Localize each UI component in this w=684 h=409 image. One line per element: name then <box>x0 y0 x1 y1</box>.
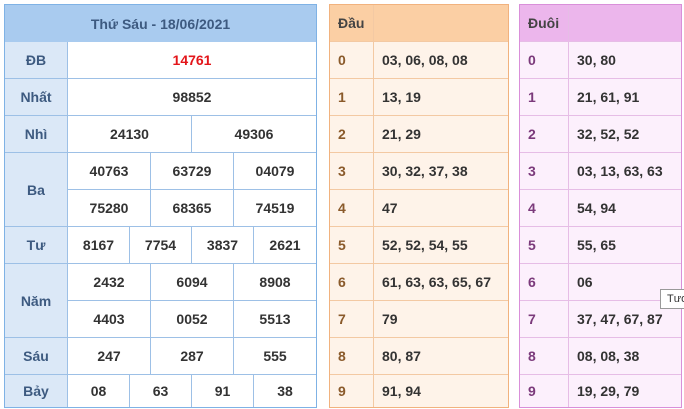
prize-value: 2621 <box>254 227 316 264</box>
prize-value: 8908 <box>234 264 316 301</box>
row-label-nhat: Nhất <box>5 79 68 116</box>
duoi-header: Đuôi <box>520 5 569 42</box>
dau-digit: 3 <box>330 153 374 190</box>
dau-digit: 4 <box>330 190 374 227</box>
row-label-bay: Bảy <box>5 375 68 407</box>
prize-value: 8167 <box>68 227 130 264</box>
prize-value: 04079 <box>234 153 316 190</box>
dau-digit: 6 <box>330 264 374 301</box>
duoi-values: 03, 13, 63, 63 <box>569 153 681 190</box>
dau-digit: 1 <box>330 79 374 116</box>
duoi-values: 54, 94 <box>569 190 681 227</box>
prize-value: 40763 <box>68 153 151 190</box>
prize-value: 38 <box>277 383 293 399</box>
duoi-digit: 9 <box>520 375 569 407</box>
duoi-digit: 0 <box>520 42 569 79</box>
dau-values: 21, 29 <box>374 116 508 153</box>
prize-value: 08 <box>68 375 130 407</box>
dau-values: 03, 06, 08, 08 <box>374 42 508 79</box>
duoi-digit: 5 <box>520 227 569 264</box>
prize-value: 68365 <box>151 190 234 227</box>
dau-values: 80, 87 <box>374 338 508 375</box>
prize-value: 75280 <box>68 190 151 227</box>
prize-value: 63729 <box>151 153 234 190</box>
row-label-ba: Ba <box>5 153 68 227</box>
dau-table: Đầu 0 03, 06, 08, 08 1 13, 19 2 21, 29 3… <box>329 4 509 408</box>
duoi-digit: 6 <box>520 264 569 301</box>
prize-value: 98852 <box>68 79 316 116</box>
duoi-values: 32, 52, 52 <box>569 116 681 153</box>
dau-values: 30, 32, 37, 38 <box>374 153 508 190</box>
prize-value: 7754 <box>130 227 192 264</box>
duoi-values: 21, 61, 91 <box>569 79 681 116</box>
dau-values: 79 <box>374 301 508 338</box>
results-date-title: Thứ Sáu - 18/06/2021 <box>5 5 316 42</box>
duoi-values: 08, 08, 38 <box>569 338 681 375</box>
duoi-digit: 7 <box>520 301 569 338</box>
dau-values: 47 <box>374 190 508 227</box>
dau-digit: 9 <box>330 375 374 407</box>
row-label-tu: Tư <box>5 227 68 264</box>
prize-value: 555 <box>234 338 316 375</box>
prize-value: 5513 <box>234 301 316 338</box>
duoi-digit: 2 <box>520 116 569 153</box>
duoi-digit: 4 <box>520 190 569 227</box>
prize-value: 0052 <box>151 301 234 338</box>
prize-value: 49306 <box>192 116 316 153</box>
row-label-nam: Năm <box>5 264 68 338</box>
prize-value: 2432 <box>68 264 151 301</box>
prize-value: 74519 <box>234 190 316 227</box>
duoi-values: 30, 80 <box>569 42 681 79</box>
prize-value: 24130 <box>68 116 192 153</box>
prize-value: 63 <box>130 375 192 407</box>
dau-header: Đầu <box>330 5 374 42</box>
duoi-digit: 1 <box>520 79 569 116</box>
dau-values: 91, 94 <box>382 383 421 399</box>
duoi-digit: 8 <box>520 338 569 375</box>
prize-value: 287 <box>151 338 234 375</box>
duoi-values: 19, 29, 79 <box>577 383 640 399</box>
duoi-header-blank <box>569 5 681 42</box>
dau-values: 13, 19 <box>374 79 508 116</box>
dau-digit: 2 <box>330 116 374 153</box>
row-label-db: ĐB <box>5 42 68 79</box>
row-label-nhi: Nhì <box>5 116 68 153</box>
dau-values: 61, 63, 63, 65, 67 <box>374 264 508 301</box>
results-table: Thứ Sáu - 18/06/2021 ĐB Nhất Nhì Ba Tư N… <box>4 4 317 408</box>
tooltip: Tươ <box>660 289 684 309</box>
duoi-table: Đuôi 0 30, 80 1 21, 61, 91 2 32, 52, 52 … <box>519 4 682 408</box>
special-prize-value: 14761 <box>68 42 316 79</box>
dau-digit: 0 <box>330 42 374 79</box>
dau-digit: 5 <box>330 227 374 264</box>
dau-digit: 7 <box>330 301 374 338</box>
prize-value: 3837 <box>192 227 254 264</box>
row-label-sau: Sáu <box>5 338 68 375</box>
prize-value: 6094 <box>151 264 234 301</box>
dau-values: 52, 52, 54, 55 <box>374 227 508 264</box>
duoi-values: 55, 65 <box>569 227 681 264</box>
prize-value: 247 <box>68 338 151 375</box>
dau-digit: 8 <box>330 338 374 375</box>
duoi-digit: 3 <box>520 153 569 190</box>
prize-value: 91 <box>192 375 254 407</box>
prize-value: 4403 <box>68 301 151 338</box>
dau-header-blank <box>374 5 508 42</box>
